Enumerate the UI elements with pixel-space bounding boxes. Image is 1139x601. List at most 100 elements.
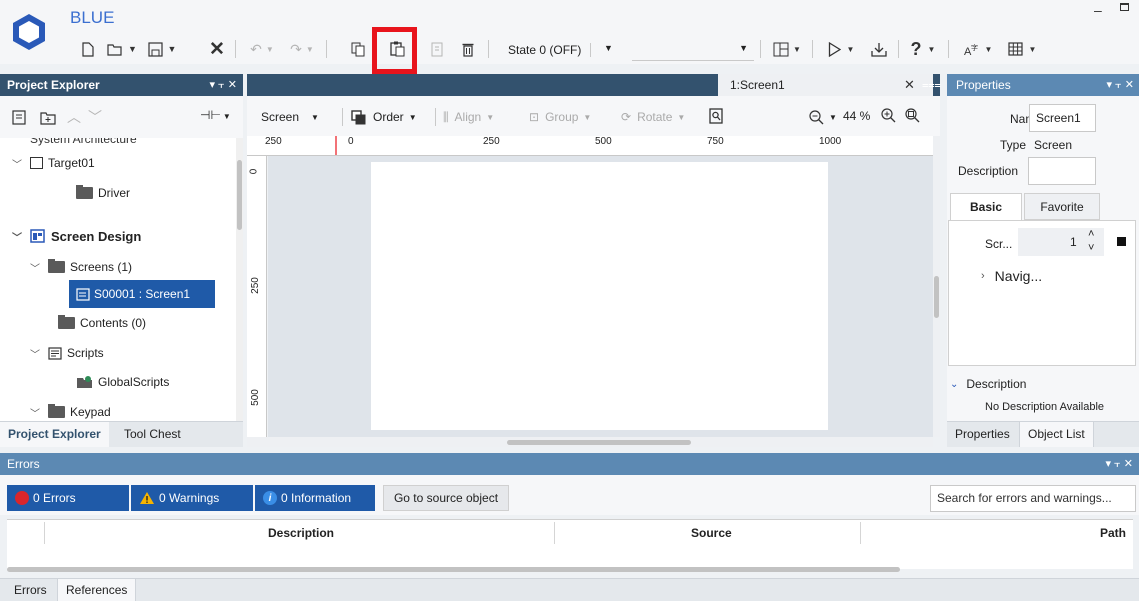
redo-button[interactable]: ↷ ▼ [284,38,320,60]
undo-button[interactable]: ↶ ▼ [244,38,280,60]
rotate-icon: ⟳ [621,110,632,124]
chevron-down-icon[interactable]: ﹀ [12,156,24,171]
color-swatch[interactable] [1117,237,1126,246]
canvas-horizontal-scrollbar[interactable] [247,437,933,447]
description-section[interactable]: ⌄ Description [950,376,1026,392]
tree-label: Target01 [48,156,95,170]
duplicate-icon[interactable] [427,38,447,60]
zoom-in-icon[interactable] [881,108,896,123]
ruler-tick-label: 500 [249,389,261,406]
errors-filter-button[interactable]: 0 Errors [7,485,129,511]
canvas-vertical-scrollbar[interactable] [933,136,940,437]
tree-item-contents[interactable]: Contents (0) [58,312,146,334]
delete-icon[interactable] [458,38,478,60]
bottom-tabs: Errors References [0,578,1139,601]
stepper-arrows-icon[interactable]: ˄ ˅ [1088,227,1094,255]
preview-icon[interactable] [709,108,723,124]
tab-object-list[interactable]: Object List [1019,422,1094,447]
panel-controls[interactable]: ▾ ⫟ ✕ [1106,74,1134,96]
tab-project-explorer[interactable]: Project Explorer [0,422,109,447]
scr-stepper[interactable]: 1 ˄ ˅ [1018,228,1104,256]
tab-properties[interactable]: Properties [947,422,1018,447]
close-icon[interactable]: ✕ [206,38,228,60]
move-up-icon[interactable]: ︿ [67,107,81,127]
properties-title: Properties [956,78,1011,92]
chevron-down-icon[interactable]: ﹀ [30,260,42,275]
chevron-down-icon[interactable]: ﹀ [30,346,42,361]
tree-label: GlobalScripts [98,375,170,389]
information-filter-button[interactable]: i 0 Information [255,485,375,511]
chevron-down-icon: ▼ [829,112,837,122]
svg-text:字: 字 [971,43,978,52]
screen-label: Screen [261,110,300,124]
project-explorer-title: Project Explorer [7,78,100,92]
copy-icon[interactable] [348,38,368,60]
close-tab-icon[interactable]: ✕ [904,74,915,96]
navig-expander[interactable]: › Navig... [981,266,1042,286]
add-folder-icon[interactable] [40,110,56,125]
run-button[interactable]: ▼ [822,38,860,60]
move-down-icon[interactable]: ﹀ [88,107,102,127]
column-description[interactable]: Description [268,526,334,540]
ruler-tick-label: 0 [248,168,260,175]
tree-item-system-architecture[interactable]: System Architecture [30,138,137,150]
chevron-down-icon[interactable]: ﹀ [12,229,24,244]
zoom-fit-icon[interactable] [905,108,920,123]
pin-filter-button[interactable]: ⊣⊢ ▼ [200,108,231,122]
state-dropdown[interactable]: State 0 (OFF) ▼ [498,38,623,61]
tab-basic[interactable]: Basic [950,193,1022,221]
tree-item-screen-design[interactable]: ﹀ Screen Design [12,225,141,247]
order-dropdown[interactable]: Order ▼ [351,107,417,127]
tree-item-screen1-selected[interactable]: S00001 : Screen1 [69,280,215,308]
tree-item-scripts[interactable]: ﹀ Scripts [30,342,104,364]
description-section-label: Description [966,377,1027,391]
open-folder-button[interactable]: ▼ [104,38,140,60]
folder-icon [48,259,65,273]
table-button[interactable]: ▼ [1002,38,1042,60]
column-path[interactable]: Path [1100,526,1126,540]
save-button[interactable]: ▼ [144,38,180,60]
chevron-down-icon: ▼ [604,43,613,53]
tree-item-driver[interactable]: Driver [76,182,130,204]
tab-screen1[interactable]: 1:Screen1 [718,74,933,96]
tab-references[interactable]: References [57,579,137,601]
warnings-filter-button[interactable]: 0 Warnings [131,485,253,511]
description-field[interactable] [1028,157,1096,185]
tree-item-target[interactable]: ﹀ Target01 [12,152,95,174]
errors-title: Errors [7,457,40,471]
help-button[interactable]: ? ▼ [904,38,942,60]
tree-item-global-scripts[interactable]: GlobalScripts [76,371,169,393]
text-style-button[interactable]: A字 ▼ [958,38,998,60]
blank-dropdown[interactable]: ▼ [632,38,754,61]
zoom-out-dropdown[interactable]: ▼ [809,107,837,127]
tab-favorite[interactable]: Favorite [1024,193,1100,220]
screen-page[interactable] [371,162,828,430]
chevron-down-icon: ▼ [167,44,177,54]
properties-header: Properties ▾ ⫟ ✕ [947,74,1139,96]
errors-horizontal-scrollbar[interactable] [7,567,900,572]
error-icon [15,491,29,505]
chevron-down-icon[interactable]: ﹀ [30,405,42,420]
project-tree-scrollbar[interactable] [236,138,243,421]
go-to-source-button[interactable]: Go to source object [383,485,509,511]
new-file-icon[interactable] [78,38,98,60]
download-icon[interactable] [868,38,890,60]
tab-errors[interactable]: Errors [6,579,55,601]
screen-dropdown[interactable]: Screen ▼ [261,107,319,127]
align-dropdown[interactable]: ⫼ Align ▼ [443,107,494,127]
document-menu-icon[interactable]: ⩶ [922,74,941,96]
rotate-dropdown[interactable]: ⟳ Rotate ▼ [621,107,685,127]
tree-item-keypad[interactable]: ﹀ Keypad [30,401,111,421]
tree-item-screens[interactable]: ﹀ Screens (1) [30,256,132,278]
group-dropdown[interactable]: ⊡ Group ▼ [529,107,591,127]
column-source[interactable]: Source [691,526,732,540]
errors-search-input[interactable]: Search for errors and warnings... [930,485,1136,512]
minimize-button[interactable]: – [1094,2,1102,18]
panel-controls[interactable]: ▾ ⫟ ✕ [1105,453,1133,475]
maximize-button[interactable] [1120,3,1129,11]
layout-button[interactable]: ▼ [768,38,806,60]
name-field[interactable]: Screen1 [1029,104,1096,132]
panel-controls[interactable]: ▾ ⫟ ✕ [209,74,237,96]
properties-doc-icon[interactable] [12,110,27,125]
tab-tool-chest[interactable]: Tool Chest [116,422,189,447]
